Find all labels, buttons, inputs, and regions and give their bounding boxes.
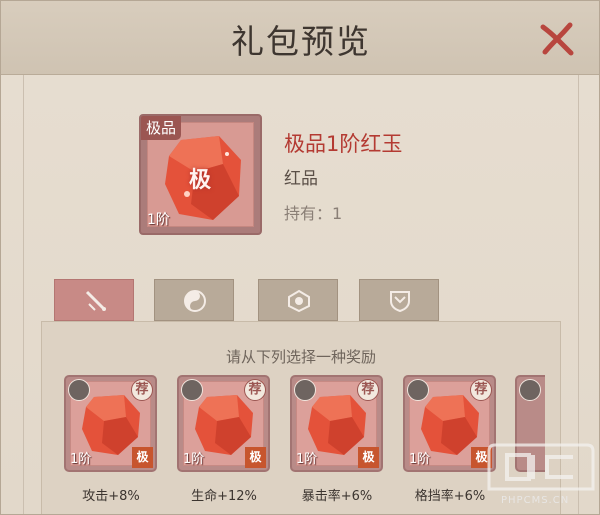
item-icon: 极 极品 1阶 — [139, 114, 262, 235]
sword-badge-icon — [407, 379, 429, 401]
item-owned-count: 持有：1 — [284, 204, 343, 223]
tab-flower-emblem[interactable] — [258, 279, 338, 321]
reward-level: 1阶 — [409, 452, 431, 467]
tab-shield[interactable] — [359, 279, 439, 321]
close-x-icon[interactable] — [537, 19, 577, 59]
item-quality: 红品 — [284, 169, 318, 189]
reward-prompt: 请从下列选择一种奖励 — [225, 348, 376, 366]
grade-badge: 极 — [245, 447, 266, 468]
grade-badge: 极 — [358, 447, 379, 468]
gift-preview-dialog: 礼包预览 极 极品 1阶 极品1阶红玉 红品 持有：1 请从下列选择一种奖励 荐… — [0, 0, 600, 515]
sword-icon — [85, 290, 106, 311]
reward-level: 1阶 — [296, 452, 318, 467]
reward-item-crit-rate[interactable]: 荐 1阶 极 — [290, 375, 383, 472]
item-center-glyph: 极 — [189, 168, 212, 193]
sword-badge-icon — [68, 379, 90, 401]
shield-icon — [390, 291, 410, 313]
grade-tag: 极品 — [141, 116, 182, 140]
reward-level: 1阶 — [70, 452, 92, 467]
tab-sword[interactable] — [54, 279, 134, 321]
recommend-badge: 荐 — [470, 379, 492, 401]
item-level: 1阶 — [147, 212, 170, 228]
reward-item-block-rate[interactable]: 荐 1阶 极 — [403, 375, 496, 472]
recommend-badge: 荐 — [244, 379, 266, 401]
sword-badge-icon — [294, 379, 316, 401]
watermark-text: PHPCMS.CN — [501, 495, 570, 506]
reward-label: 生命+12% — [191, 489, 257, 504]
reward-level: 1阶 — [183, 452, 205, 467]
reward-item-attack[interactable]: 荐 1阶 极 — [64, 375, 157, 472]
yin-yang-icon — [184, 290, 206, 312]
recommend-badge: 荐 — [131, 379, 153, 401]
reward-item-health[interactable]: 荐 1阶 极 — [177, 375, 270, 472]
reward-label: 攻击+8% — [82, 489, 140, 504]
sword-badge-icon — [181, 379, 203, 401]
tab-yin-yang[interactable] — [154, 279, 234, 321]
sword-badge-icon — [519, 379, 541, 401]
grade-badge: 极 — [132, 447, 153, 468]
recommend-badge: 荐 — [357, 379, 379, 401]
flower-emblem-icon — [288, 289, 310, 313]
dialog-title: 礼包预览 — [231, 22, 371, 61]
reward-label: 暴击率+6% — [301, 489, 373, 504]
item-name: 极品1阶红玉 — [284, 132, 403, 156]
